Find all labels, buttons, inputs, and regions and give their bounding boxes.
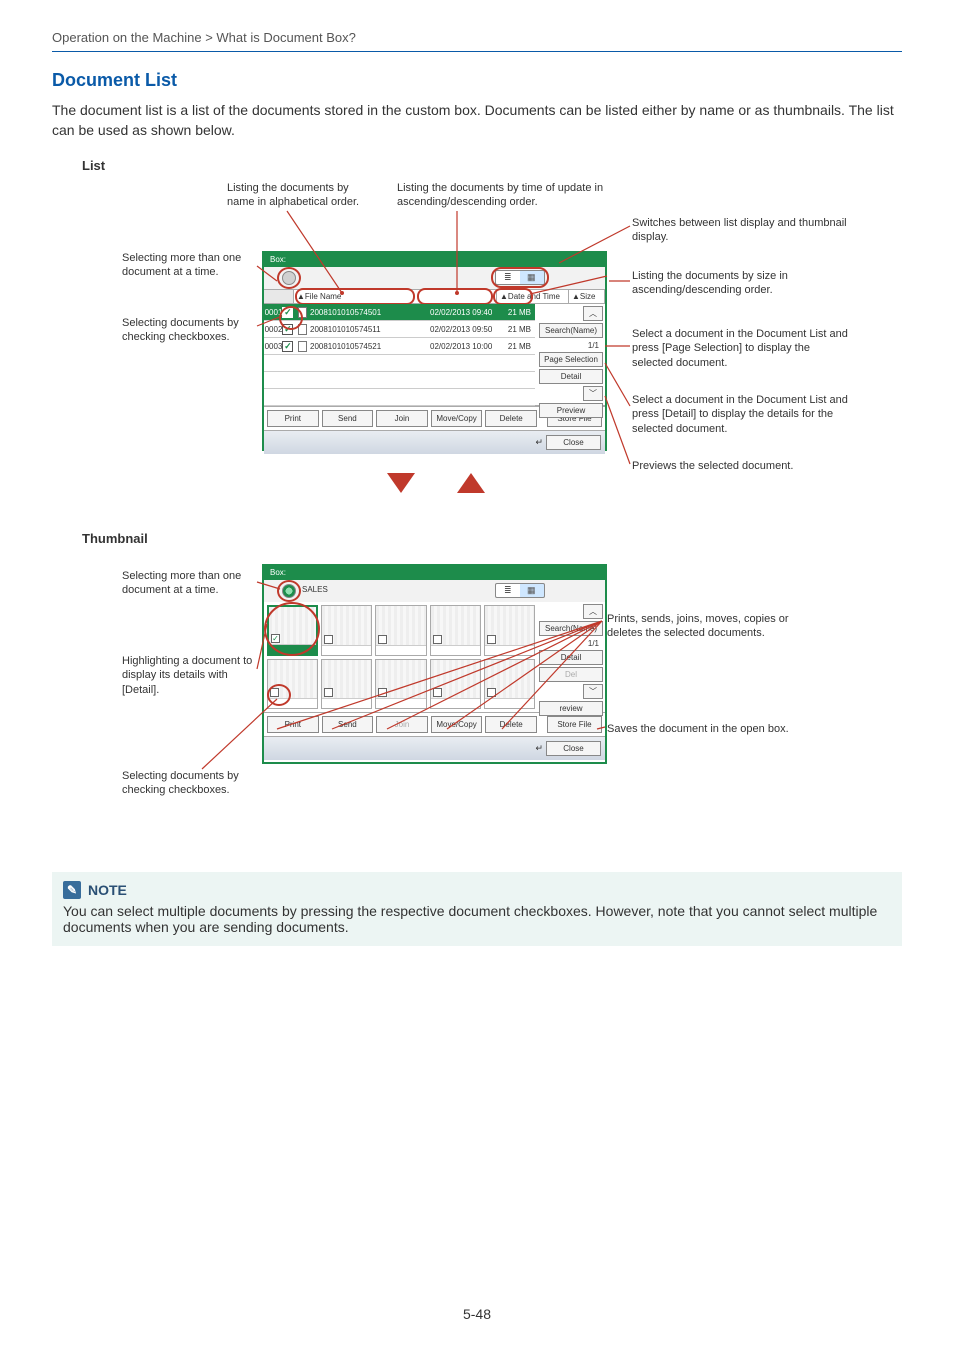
delete-button[interactable]: Delete xyxy=(485,716,537,733)
document-icon xyxy=(298,324,307,335)
move-copy-button[interactable]: Move/Copy xyxy=(431,410,483,427)
intro-text: The document list is a list of the docum… xyxy=(52,101,902,140)
note-text: You can select multiple documents by pre… xyxy=(63,903,891,935)
callout-detail: Select a document in the Document List a… xyxy=(632,393,852,436)
breadcrumb: Operation on the Machine > What is Docum… xyxy=(52,30,902,45)
page-up-button[interactable]: ︿ xyxy=(583,604,603,619)
callout-multi-select: Selecting more than one document at a ti… xyxy=(122,251,257,280)
join-button[interactable]: Join xyxy=(376,716,428,733)
detail-button[interactable]: Detail xyxy=(539,650,603,665)
select-all-toggle[interactable] xyxy=(282,271,296,285)
thumbnail-item[interactable] xyxy=(321,605,372,656)
box-name-label: SALES xyxy=(302,585,328,594)
select-all-toggle[interactable] xyxy=(282,584,296,598)
callout-size-sort: Listing the documents by size in ascendi… xyxy=(632,269,852,298)
thumbnail-item[interactable] xyxy=(430,605,481,656)
detail-button[interactable]: Detail xyxy=(539,369,603,384)
preview-button[interactable]: Preview xyxy=(539,403,603,418)
callout-thumb-multi: Selecting more than one document at a ti… xyxy=(122,569,257,598)
callout-store: Saves the document in the open box. xyxy=(607,722,827,736)
close-button[interactable]: Close xyxy=(546,741,601,756)
print-button[interactable]: Print xyxy=(267,410,319,427)
close-button[interactable]: Close xyxy=(546,435,601,450)
list-heading: List xyxy=(82,158,902,173)
callout-by-time: Listing the documents by time of update … xyxy=(397,181,607,210)
page-number: 5-48 xyxy=(52,1306,902,1322)
table-row[interactable]: 0001✓ 2008101010574501 02/02/2013 09:40 … xyxy=(264,304,535,321)
table-row xyxy=(264,372,535,389)
thumbnail-item[interactable] xyxy=(321,659,372,710)
table-row[interactable]: 0002✓ 2008101010574511 02/02/2013 09:50 … xyxy=(264,321,535,338)
marker-down-icon xyxy=(387,473,415,493)
search-name-button[interactable]: Search(Name) xyxy=(539,621,603,636)
view-toggle[interactable]: ≣▦ xyxy=(495,583,545,598)
page-up-button[interactable]: ︿ xyxy=(583,306,603,321)
enter-icon: ↵ xyxy=(535,437,543,448)
thumbnail-heading: Thumbnail xyxy=(82,531,902,546)
callout-thumb-checks: Selecting documents by checking checkbox… xyxy=(122,769,257,798)
table-row[interactable]: 0003✓ 2008101010574521 02/02/2013 10:00 … xyxy=(264,338,535,355)
note-icon: ✎ xyxy=(63,881,81,899)
document-icon xyxy=(298,341,307,352)
col-checkbox xyxy=(264,290,294,303)
col-size[interactable]: ▲Size xyxy=(569,290,605,303)
thumbnail-item[interactable] xyxy=(375,605,426,656)
send-button[interactable]: Send xyxy=(322,410,374,427)
thumbnail-item[interactable] xyxy=(430,659,481,710)
callout-checkbox-select: Selecting documents by checking checkbox… xyxy=(122,316,257,345)
delete-side-button[interactable]: Del xyxy=(539,667,603,682)
callout-view-toggle: Switches between list display and thumbn… xyxy=(632,216,852,245)
store-file-button[interactable]: Store File xyxy=(547,716,602,733)
page-indicator: 1/1 xyxy=(539,340,603,350)
divider xyxy=(52,51,902,52)
page-selection-button[interactable]: Page Selection xyxy=(539,352,603,367)
note-heading: NOTE xyxy=(88,882,127,898)
marker-up-icon xyxy=(457,473,485,493)
callout-page-selection: Select a document in the Document List a… xyxy=(632,327,852,370)
delete-button[interactable]: Delete xyxy=(485,410,537,427)
send-button[interactable]: Send xyxy=(322,716,374,733)
list-figure: Listing the documents by name in alphabe… xyxy=(52,181,902,521)
thumbnail-figure: Selecting more than one document at a ti… xyxy=(52,554,902,854)
thumbnail-item[interactable] xyxy=(375,659,426,710)
thumbnail-item[interactable] xyxy=(484,659,535,710)
list-panel: Box: ≣▦ ▲ File Name ▲ Date and Time ▲Siz… xyxy=(262,251,607,451)
section-title: Document List xyxy=(52,70,902,91)
col-file-name[interactable]: ▲ File Name xyxy=(294,290,497,303)
note-box: ✎ NOTE You can select multiple documents… xyxy=(52,872,902,946)
join-button[interactable]: Join xyxy=(376,410,428,427)
page-down-button[interactable]: ﹀ xyxy=(583,684,603,699)
callout-by-name: Listing the documents by name in alphabe… xyxy=(227,181,377,210)
table-row xyxy=(264,355,535,372)
search-name-button[interactable]: Search(Name) xyxy=(539,323,603,338)
thumbnail-item[interactable]: ✓ xyxy=(267,605,318,656)
panel-title: Box: xyxy=(264,566,605,580)
preview-side-button[interactable]: review xyxy=(539,701,603,716)
callout-preview: Previews the selected document. xyxy=(632,459,852,473)
panel-title: Box: xyxy=(264,253,605,267)
ring-view-toggle xyxy=(491,267,549,288)
table-row xyxy=(264,389,535,406)
col-date-time[interactable]: ▲ Date and Time xyxy=(497,290,569,303)
thumbnail-item[interactable] xyxy=(267,659,318,710)
thumbnail-item[interactable] xyxy=(484,605,535,656)
document-icon xyxy=(298,307,307,318)
move-copy-button[interactable]: Move/Copy xyxy=(431,716,483,733)
enter-icon: ↵ xyxy=(535,743,543,754)
page-down-button[interactable]: ﹀ xyxy=(583,386,603,401)
print-button[interactable]: Print xyxy=(267,716,319,733)
thumbnail-panel: Box: SALES ≣▦ ✓ xyxy=(262,564,607,764)
callout-actions: Prints, sends, joins, moves, copies or d… xyxy=(607,612,827,641)
page-indicator: 1/1 xyxy=(539,638,603,648)
callout-thumb-highlight: Highlighting a document to display its d… xyxy=(122,654,257,697)
